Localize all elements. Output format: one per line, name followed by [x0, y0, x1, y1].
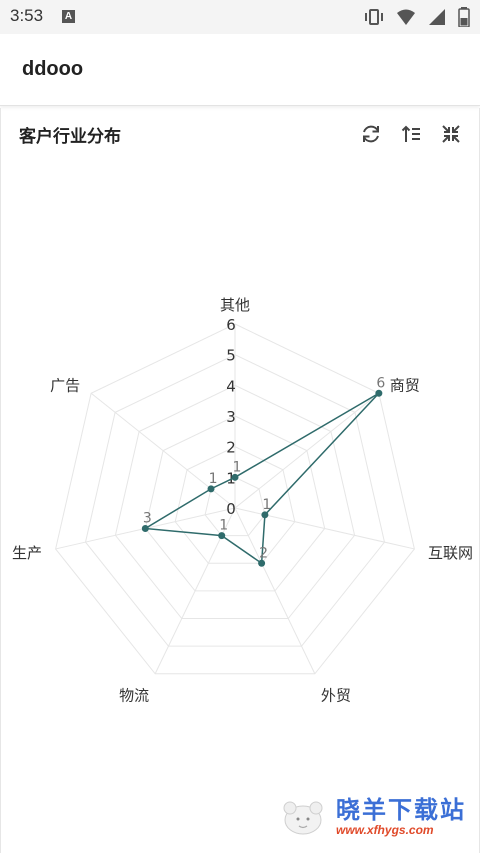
radar-data-label: 1	[262, 497, 271, 513]
radar-data-label: 1	[233, 459, 242, 475]
radar-indicator-label: 其他	[220, 296, 250, 314]
radar-spoke	[234, 392, 380, 509]
radar-tick-label: 4	[226, 377, 236, 395]
radar-chart: 0123456其他商贸互联网外贸物流生产广告1612131	[12, 296, 473, 704]
radar-series-line	[142, 392, 380, 565]
radar-indicator-label: 广告	[50, 377, 80, 395]
radar-data-label: 1	[219, 518, 228, 534]
watermark-text: 晓羊下载站 www.xfhygs.com	[336, 797, 466, 837]
radar-data-label: 3	[143, 510, 152, 526]
sheep-logo-icon	[283, 801, 323, 835]
radar-indicator-label: 物流	[119, 686, 149, 704]
radar-tick-label: 0	[226, 500, 236, 518]
radar-tick-label: 2	[226, 439, 236, 457]
radar-tick-label: 3	[226, 408, 236, 426]
radar-indicator-label: 生产	[12, 544, 42, 562]
watermark: 晓羊下载站 www.xfhygs.com	[278, 794, 466, 840]
radar-data-label: 1	[209, 471, 218, 487]
radar-indicator-label: 外贸	[321, 686, 351, 704]
radar-indicator-label: 互联网	[428, 544, 473, 562]
radar-indicator-label: 商贸	[390, 377, 420, 395]
radar-tick-label: 5	[226, 347, 236, 365]
watermark-cn: 晓羊下载站	[336, 796, 466, 824]
radar-tick-label: 6	[226, 316, 236, 334]
radar-data-label: 2	[259, 545, 268, 561]
radar-data-label: 6	[376, 375, 385, 391]
watermark-en: www.xfhygs.com	[336, 823, 434, 837]
